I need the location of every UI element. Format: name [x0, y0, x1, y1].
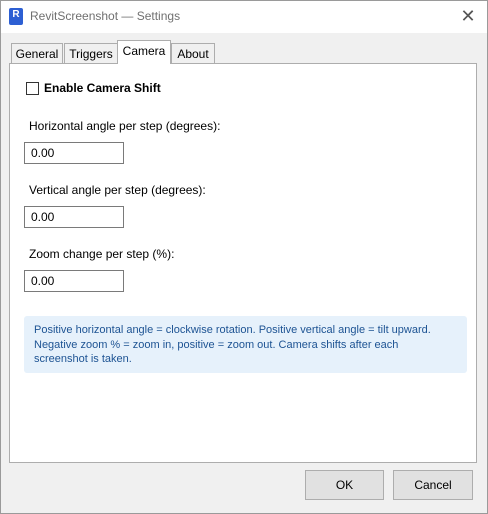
enable-camera-shift-checkbox[interactable] [26, 82, 39, 95]
zoom-change-label: Zoom change per step (%): [29, 247, 175, 261]
horizontal-angle-label: Horizontal angle per step (degrees): [29, 119, 221, 133]
info-line: Negative zoom % = zoom in, positive = zo… [34, 338, 399, 351]
tab-triggers[interactable]: Triggers [64, 43, 118, 64]
window-title: RevitScreenshot — Settings [30, 9, 181, 23]
tab-camera[interactable]: Camera [117, 40, 171, 64]
settings-window: R RevitScreenshot — Settings ✕ General T… [0, 0, 488, 514]
info-line: screenshot is taken. [34, 353, 132, 365]
close-icon[interactable]: ✕ [455, 5, 481, 29]
info-line: Positive horizontal angle = clockwise ro… [34, 324, 431, 336]
revit-app-icon: R [9, 8, 23, 25]
vertical-angle-input[interactable] [24, 206, 124, 228]
horizontal-angle-input[interactable] [24, 142, 124, 164]
title-bar[interactable]: R RevitScreenshot — Settings ✕ [1, 1, 487, 33]
tab-general[interactable]: General [11, 43, 63, 64]
tab-about[interactable]: About [171, 43, 215, 64]
camera-tab-panel: Enable Camera Shift Horizontal angle per… [9, 63, 477, 463]
info-note: Positive horizontal angle = clockwise ro… [24, 316, 467, 373]
zoom-change-input[interactable] [24, 270, 124, 292]
vertical-angle-label: Vertical angle per step (degrees): [29, 183, 206, 197]
enable-camera-shift-label[interactable]: Enable Camera Shift [44, 81, 161, 95]
cancel-button[interactable]: Cancel [393, 470, 473, 500]
ok-button[interactable]: OK [305, 470, 384, 500]
